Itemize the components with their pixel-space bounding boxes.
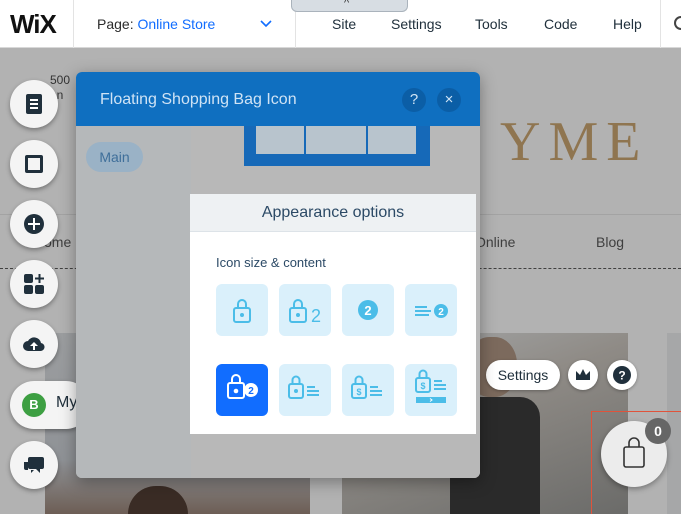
settings-button[interactable]: Settings (486, 360, 560, 390)
option-bag-count[interactable]: 2 (279, 284, 331, 336)
option-bag-count-badge[interactable]: 2 (216, 364, 268, 416)
svg-text:2: 2 (364, 303, 371, 318)
dollar-bag-with-lines-icon: $ (351, 375, 382, 399)
bag-with-count-badge-icon: 2 (227, 374, 258, 399)
section-label: Icon size & content (216, 255, 326, 270)
background-button[interactable] (10, 140, 58, 188)
menu-settings[interactable]: Settings (391, 16, 442, 32)
close-icon[interactable]: × (437, 88, 461, 112)
help-icon[interactable]: ? (402, 88, 426, 112)
help-button[interactable]: ? (607, 360, 637, 390)
editor-top-bar: WiX Page: Online Store Site Settings Too… (0, 0, 681, 48)
layout-preview (244, 126, 430, 166)
panel-tabs: Main (76, 126, 191, 478)
dollar-bag-with-lines-and-button-icon: $ (415, 369, 446, 403)
preview-cell (256, 126, 304, 154)
bag-with-lines-icon (288, 375, 319, 399)
option-count-circle[interactable]: 2 (342, 284, 394, 336)
business-badge-icon: B (22, 393, 46, 417)
svg-text:2: 2 (248, 386, 254, 397)
option-dollar-bag-lines-button[interactable]: $ (405, 364, 457, 416)
svg-text:$: $ (420, 381, 425, 391)
option-dollar-bag-lines[interactable]: $ (342, 364, 394, 416)
add-apps-button[interactable] (10, 260, 58, 308)
bag-with-count-icon: 2 (289, 299, 321, 326)
my-business-label: My (56, 394, 78, 411)
site-title[interactable]: YME (500, 110, 648, 174)
bag-icon (233, 299, 251, 323)
cloud-upload-icon (23, 337, 45, 352)
chat-bubbles-icon (24, 457, 44, 473)
question-icon: ? (613, 366, 631, 384)
option-lines-count[interactable]: 2 (405, 284, 457, 336)
menu-code[interactable]: Code (544, 16, 577, 32)
page-icon (26, 94, 42, 114)
page-name: Online Store (137, 16, 216, 32)
chevron-down-icon[interactable] (258, 15, 274, 31)
menu-site[interactable]: Site (332, 16, 356, 32)
svg-text:2: 2 (311, 306, 321, 326)
plus-circle-icon (24, 214, 44, 234)
apps-icon (24, 274, 44, 294)
option-bag-only[interactable] (216, 284, 268, 336)
upgrade-button[interactable] (568, 360, 598, 390)
page-prefix: Page: (97, 16, 134, 32)
nav-item-online[interactable]: Online (475, 234, 515, 250)
svg-text:2: 2 (438, 307, 444, 318)
panel-header[interactable]: Floating Shopping Bag Icon ? × (76, 72, 480, 126)
tab-main[interactable]: Main (86, 142, 143, 172)
option-bag-lines[interactable] (279, 364, 331, 416)
collapse-toolbar-tab[interactable]: ^ (291, 0, 408, 12)
card-title: Appearance options (261, 204, 405, 221)
count-circle-icon: 2 (358, 300, 378, 320)
search-icon[interactable] (674, 16, 681, 30)
media-upload-button[interactable] (10, 320, 58, 368)
menu-help[interactable]: Help (613, 16, 642, 32)
divider (660, 0, 661, 48)
chevron-up-icon: ^ (344, 0, 350, 9)
chat-button[interactable] (10, 441, 58, 489)
appearance-options-card: Appearance options Icon size & content 2… (190, 194, 476, 434)
add-button[interactable] (10, 200, 58, 248)
page-selector[interactable]: Page: Online Store (97, 16, 215, 32)
svg-text:?: ? (618, 369, 625, 383)
preview-cell (368, 126, 416, 154)
wix-logo[interactable]: WiX (10, 9, 57, 40)
cart-count-badge: 0 (645, 418, 671, 444)
address-line: 500 (50, 73, 71, 87)
card-header: Appearance options (190, 194, 476, 232)
panel-title: Floating Shopping Bag Icon (100, 91, 297, 108)
divider (73, 0, 74, 48)
preview-cell (306, 126, 366, 154)
pages-button[interactable] (10, 80, 58, 128)
lines-with-count-icon: 2 (415, 304, 448, 318)
menu-tools[interactable]: Tools (475, 16, 508, 32)
svg-text:$: $ (356, 387, 361, 397)
nav-item-blog[interactable]: Blog (596, 234, 624, 250)
crown-icon (576, 369, 590, 380)
square-icon (25, 155, 43, 173)
